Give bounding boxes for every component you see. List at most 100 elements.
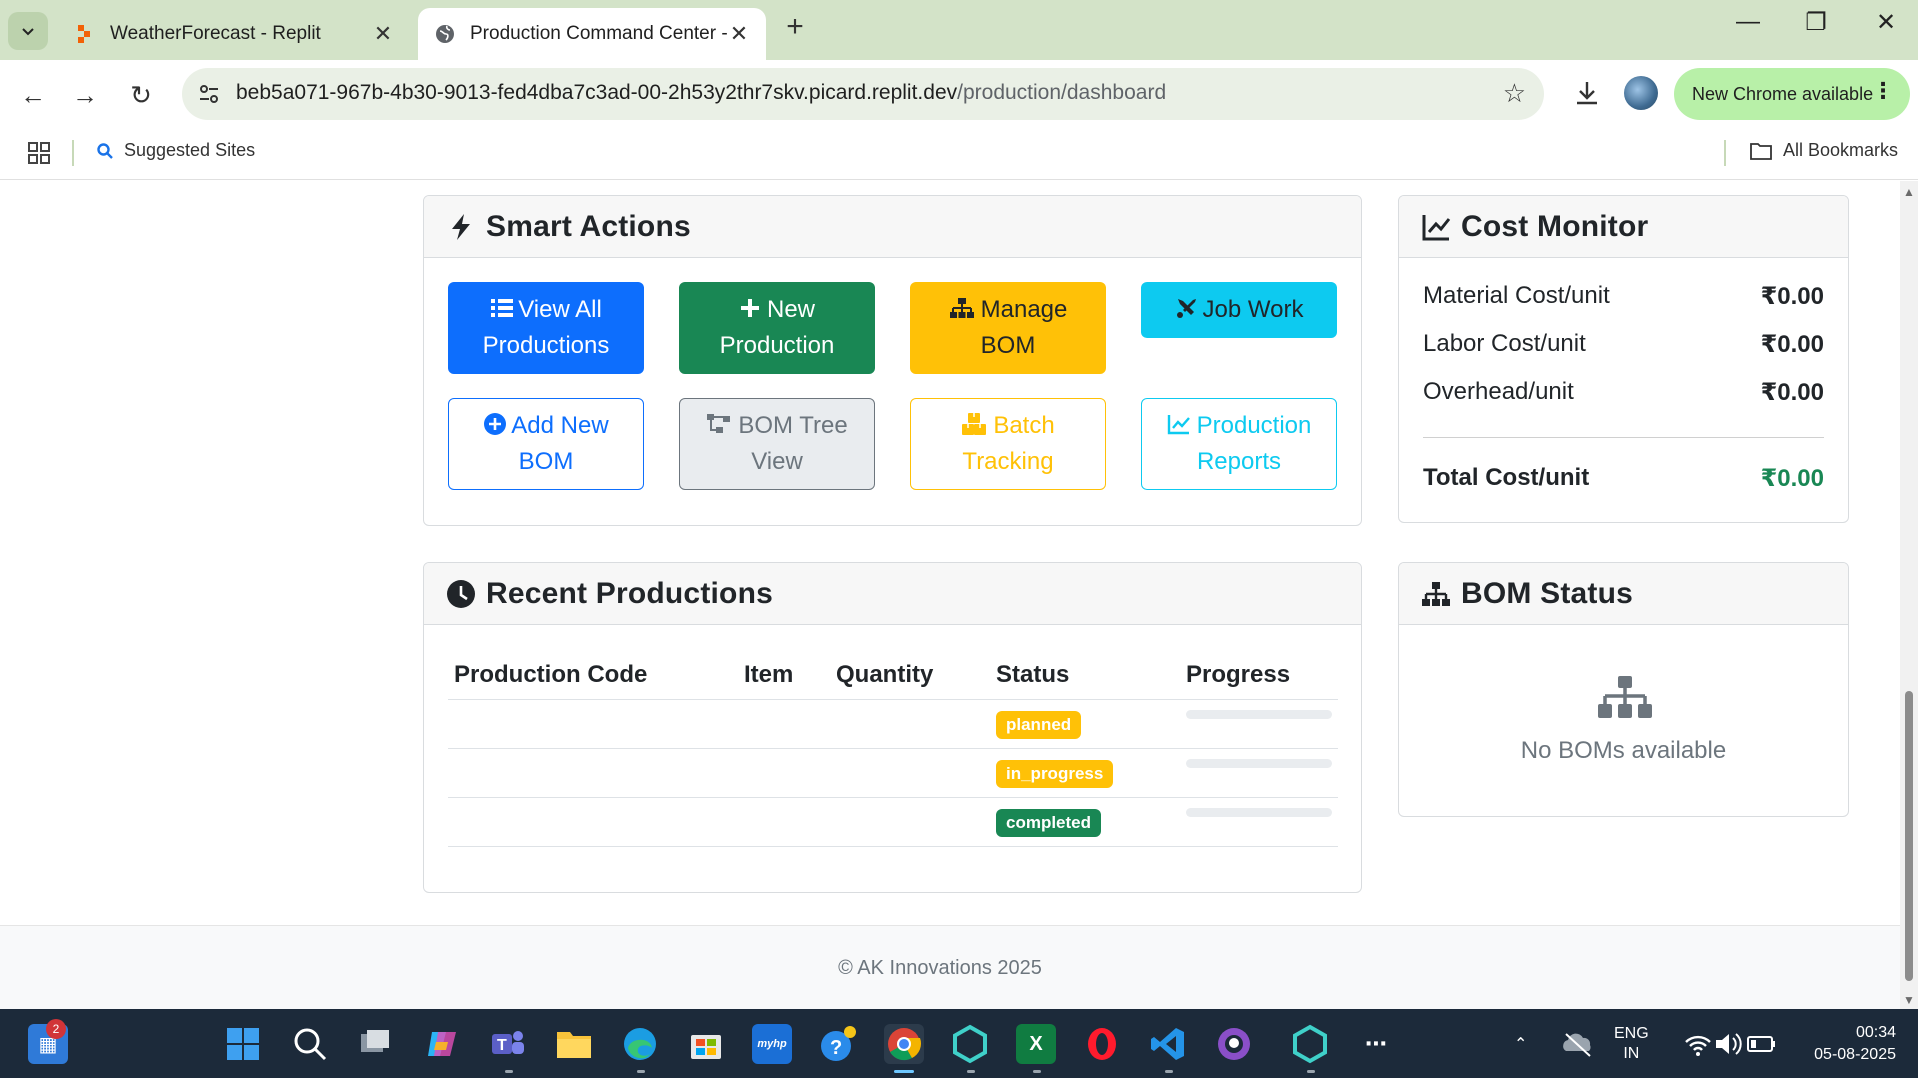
column-header-progress[interactable]: Progress <box>1180 651 1338 700</box>
url-path: /production/dashboard <box>957 81 1167 104</box>
close-window-icon[interactable]: ✕ <box>1866 8 1906 37</box>
app-hex-icon[interactable] <box>1290 1024 1330 1064</box>
cost-monitor-card: Cost Monitor Material Cost/unit ₹0.00 La… <box>1398 195 1849 523</box>
svg-text:?: ? <box>830 1037 842 1059</box>
profile-avatar[interactable] <box>1624 76 1658 110</box>
windows-start-icon[interactable] <box>223 1024 263 1064</box>
manage-bom-label: Manage BOM <box>920 292 1096 364</box>
forward-icon[interactable]: → <box>68 78 102 112</box>
close-icon[interactable]: ✕ <box>372 21 394 47</box>
tab-production-command-center[interactable]: Production Command Center - ✕ <box>418 8 766 60</box>
all-bookmarks-button[interactable]: All Bookmarks <box>1749 140 1898 161</box>
table-row[interactable]: in_progress <box>448 748 1338 798</box>
myhp-icon[interactable]: myhp <box>752 1024 792 1064</box>
material-cost-value: ₹0.00 <box>1760 283 1824 310</box>
progress-bar <box>1186 807 1332 817</box>
labor-cost-label: Labor Cost/unit <box>1423 330 1586 357</box>
scroll-thumb[interactable] <box>1905 691 1913 981</box>
microsoft-store-icon[interactable] <box>686 1024 726 1064</box>
production-code-cell <box>448 748 738 798</box>
status-badge: completed <box>996 808 1102 837</box>
table-row[interactable]: completed <box>448 797 1338 847</box>
cost-monitor-header: Cost Monitor <box>1399 196 1848 258</box>
close-icon[interactable]: ✕ <box>728 21 750 47</box>
edge-icon[interactable] <box>620 1024 660 1064</box>
back-icon[interactable]: ← <box>16 78 50 112</box>
copilot-icon[interactable] <box>422 1024 462 1064</box>
file-explorer-icon[interactable] <box>554 1024 594 1064</box>
quantity-cell <box>830 797 990 847</box>
table-row[interactable]: planned <box>448 699 1338 749</box>
region-label: IN <box>1623 1044 1640 1062</box>
bookmark-star-icon[interactable]: ☆ <box>1503 78 1526 109</box>
language-indicator[interactable]: ENG IN <box>1614 1009 1649 1078</box>
progress-bar <box>1186 709 1332 719</box>
reload-icon[interactable]: ↻ <box>124 78 158 112</box>
status-badge: in_progress <box>996 759 1114 788</box>
plus-circle-icon <box>484 413 507 435</box>
production-reports-button[interactable]: Production Reports <box>1141 398 1337 490</box>
restore-icon[interactable]: ❐ <box>1796 8 1836 37</box>
tray-overflow-icon[interactable]: ⌃ <box>1514 1009 1527 1078</box>
tools-icon <box>1176 299 1196 318</box>
scroll-down-icon[interactable]: ▼ <box>1903 993 1915 1007</box>
chart-line-icon <box>1422 214 1451 240</box>
opera-icon[interactable] <box>1082 1024 1122 1064</box>
vscode-icon[interactable] <box>1148 1024 1188 1064</box>
excel-icon[interactable]: X <box>1016 1024 1056 1064</box>
cost-monitor-title: Cost Monitor <box>1461 209 1649 243</box>
bookmark-suggested-sites[interactable]: Suggested Sites <box>96 140 255 161</box>
apps-grid-icon[interactable] <box>26 140 52 166</box>
bom-tree-view-button[interactable]: BOM Tree View <box>679 398 875 490</box>
column-header-production-code[interactable]: Production Code <box>448 651 738 700</box>
site-info-icon[interactable] <box>196 81 222 107</box>
clock-icon <box>447 579 475 608</box>
new-production-button[interactable]: New Production <box>679 282 875 374</box>
progress-cell <box>1180 797 1338 847</box>
battery-icon[interactable] <box>1742 1024 1782 1064</box>
chrome-update-button[interactable]: New Chrome available ⋮ <box>1674 68 1910 120</box>
address-bar[interactable]: beb5a071-967b-4b30-9013-fed4dba7c3ad-00-… <box>182 68 1544 120</box>
manage-bom-button[interactable]: Manage BOM <box>910 282 1106 374</box>
labor-cost-row: Labor Cost/unit ₹0.00 <box>1423 330 1824 359</box>
recent-productions-header: Recent Productions <box>424 563 1361 625</box>
more-menu-icon[interactable]: ⋮ <box>1872 78 1894 104</box>
url-text[interactable]: beb5a071-967b-4b30-9013-fed4dba7c3ad-00-… <box>236 81 1166 105</box>
job-work-button[interactable]: Job Work <box>1141 282 1337 338</box>
column-header-status[interactable]: Status <box>990 651 1180 700</box>
tab-title: WeatherForecast - Replit <box>110 23 321 44</box>
chrome-icon[interactable] <box>884 1024 924 1064</box>
batch-tracking-label: Batch Tracking <box>962 412 1055 475</box>
search-icon[interactable] <box>290 1024 330 1064</box>
more-apps-icon[interactable]: ⋯ <box>1356 1024 1396 1064</box>
view-all-productions-button[interactable]: View All Productions <box>448 282 644 374</box>
column-header-quantity[interactable]: Quantity <box>830 651 990 700</box>
clock[interactable]: 00:34 05-08-2025 <box>1796 1009 1896 1078</box>
column-header-item[interactable]: Item <box>738 651 830 700</box>
boxes-icon <box>962 413 987 435</box>
new-tab-button[interactable]: + <box>780 10 810 44</box>
browser-toolbar: ← → ↻ beb5a071-967b-4b30-9013-fed4dba7c3… <box>0 60 1918 128</box>
download-icon[interactable] <box>1570 76 1604 110</box>
total-cost-value: ₹0.00 <box>1760 465 1824 492</box>
tab-search-button[interactable] <box>8 12 48 50</box>
app-hex-icon[interactable] <box>950 1024 990 1064</box>
bom-status-card: BOM Status No BOMs available <box>1398 562 1849 817</box>
onedrive-icon[interactable] <box>1558 1024 1598 1064</box>
running-indicator <box>505 1070 513 1073</box>
help-icon[interactable]: ? <box>818 1024 858 1064</box>
tab-weatherforecast[interactable]: WeatherForecast - Replit ✕ <box>58 8 410 60</box>
tree-icon <box>707 414 731 433</box>
bom-status-title: BOM Status <box>1461 576 1634 610</box>
github-desktop-icon[interactable] <box>1214 1024 1254 1064</box>
scroll-up-icon[interactable]: ▲ <box>1903 185 1915 199</box>
batch-tracking-button[interactable]: Batch Tracking <box>910 398 1106 490</box>
teams-icon[interactable]: T <box>488 1024 528 1064</box>
copyright-text: © AK Innovations 2025 <box>838 957 1042 979</box>
page-scrollbar[interactable]: ▲ ▼ <box>1900 181 1918 1009</box>
minimize-icon[interactable]: — <box>1728 8 1768 36</box>
task-view-icon[interactable] <box>355 1024 395 1064</box>
add-new-bom-button[interactable]: Add New BOM <box>448 398 644 490</box>
running-indicator-active <box>894 1070 914 1073</box>
running-indicator <box>1165 1070 1173 1073</box>
